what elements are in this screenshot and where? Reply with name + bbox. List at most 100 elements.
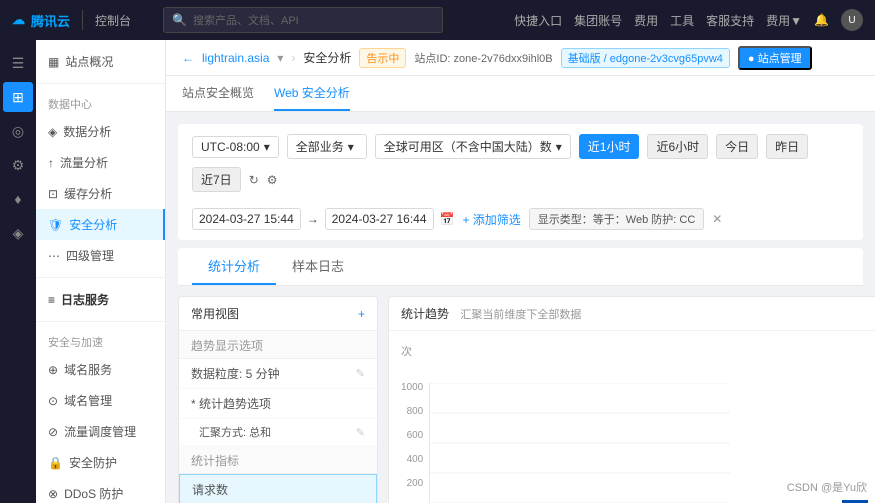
- tab-stats-analysis[interactable]: 统计分析: [192, 248, 276, 285]
- edit-icon-2[interactable]: ✎: [356, 426, 365, 439]
- data-interval-label: 数据粒度: 5 分钟: [191, 365, 280, 382]
- quick-access[interactable]: 快捷入口: [514, 12, 562, 29]
- settings-icon[interactable]: ⚙: [267, 173, 278, 187]
- stats-indicator-title: 统计指标: [179, 446, 377, 474]
- time-yesterday-button[interactable]: 昨日: [766, 134, 808, 159]
- sidebar-log-header[interactable]: ≡ 日志服务: [36, 284, 165, 315]
- icon-panel-gear[interactable]: ⚙: [3, 150, 33, 180]
- bar-col-3: [534, 383, 567, 503]
- date-to-input[interactable]: 2024-03-27 16:44: [325, 208, 434, 230]
- icon-panel-grid[interactable]: ⊞: [3, 82, 33, 112]
- sidebar-item-ddos[interactable]: ⊗ DDoS 防护: [36, 478, 165, 503]
- back-button[interactable]: ←: [182, 51, 194, 65]
- sidebar-item-siteop[interactable]: ⋯ 四级管理: [36, 240, 165, 271]
- sec-protection-icon: 🔒: [48, 456, 63, 470]
- bar-col-8: [703, 383, 736, 503]
- request-count-item[interactable]: 请求数: [179, 474, 377, 503]
- timezone-value: UTC-08:00: [201, 140, 260, 154]
- security-icon: 🛡: [48, 218, 63, 232]
- icon-panel-home[interactable]: ☰: [3, 48, 33, 78]
- tab-sample-log[interactable]: 样本日志: [276, 248, 360, 285]
- bar-col-9: [737, 383, 770, 503]
- time-today-button[interactable]: 今日: [716, 134, 758, 159]
- time-7d-button[interactable]: 近7日: [192, 167, 241, 192]
- breadcrumb-bar: ← lightrain.asia ▾ › 安全分析 告示中 站点ID: zone…: [166, 40, 875, 76]
- sidebar-item-flow[interactable]: ↑ 流量分析: [36, 147, 165, 178]
- data-icon: ◈: [48, 125, 57, 139]
- time-6h-button[interactable]: 近6小时: [647, 134, 708, 159]
- add-view-icon[interactable]: +: [358, 307, 365, 321]
- sidebar-item-sec-protection[interactable]: 🔒 安全防护: [36, 447, 165, 478]
- bar-col-6: [635, 383, 668, 503]
- sidebar-item-data-analysis[interactable]: ◈ 数据分析: [36, 116, 165, 147]
- top-nav-right: 快捷入口 集团账号 费用 工具 客服支持 费用▼ 🔔 U: [514, 9, 863, 31]
- bar-col-0: [432, 383, 465, 503]
- data-interval-item[interactable]: 数据粒度: 5 分钟 ✎: [179, 359, 377, 389]
- chevron-down-icon: ▾: [264, 140, 270, 154]
- tab-web-security-analysis[interactable]: Web 安全分析: [274, 76, 350, 111]
- search-icon: 🔍: [172, 13, 187, 27]
- sidebar-flow-label: 流量分析: [60, 154, 108, 171]
- sidebar-log-label: 日志服务: [61, 291, 109, 308]
- icon-panel-diamond[interactable]: ♦: [3, 184, 33, 214]
- sidebar-item-domain-mgmt[interactable]: ⊙ 域名管理: [36, 385, 165, 416]
- group-account[interactable]: 集团账号: [574, 12, 622, 29]
- timezone-select[interactable]: UTC-08:00 ▾: [192, 136, 279, 158]
- cache-icon: ⊡: [48, 187, 58, 201]
- time-1h-button[interactable]: 近1小时: [579, 134, 640, 159]
- aggregate-item[interactable]: 汇聚方式: 总和 ✎: [179, 419, 377, 446]
- chart-container: 次 1000 800 600 400 200 0: [389, 331, 875, 503]
- breadcrumb-domain[interactable]: lightrain.asia: [202, 51, 269, 65]
- chart-header: 统计趋势 汇聚当前维度下全部数据: [389, 297, 875, 331]
- refresh-icon[interactable]: ↻: [249, 173, 259, 187]
- icon-panel-circle[interactable]: ◎: [3, 116, 33, 146]
- overview-icon: ▦: [48, 55, 59, 69]
- date-range-separator: →: [307, 212, 319, 226]
- sub-nav: 站点安全概览 Web 安全分析: [166, 76, 875, 112]
- region-chevron-icon: ▾: [556, 140, 562, 154]
- chart-card: 统计趋势 汇聚当前维度下全部数据 次 1000 800 600 400 200 …: [388, 296, 875, 503]
- stats-option-item[interactable]: * 统计趋势选项: [179, 389, 377, 419]
- cloud-icon: ☁: [12, 12, 25, 28]
- user-avatar[interactable]: U: [841, 9, 863, 31]
- add-filter-button[interactable]: + 添加筛选: [462, 211, 520, 228]
- filter-bar: UTC-08:00 ▾ 全部业务 ▾ 全球可用区（不含中国大陆）数 ▾ 近1小时…: [178, 124, 863, 240]
- dropdown-icon[interactable]: ▾: [277, 51, 283, 65]
- tab-site-security-overview[interactable]: 站点安全概览: [182, 76, 254, 111]
- billing[interactable]: 费用▼: [766, 12, 802, 29]
- sidebar-siteop-label: 四级管理: [66, 247, 114, 264]
- sidebar-ddos-label: DDoS 防护: [64, 485, 123, 502]
- tools[interactable]: 工具: [670, 12, 694, 29]
- search-bar[interactable]: 🔍 搜索产品、文档、API: [163, 7, 443, 33]
- icon-panel-hexagon[interactable]: ◈: [3, 218, 33, 248]
- sidebar: ▦ 站点概况 数据中心 ◈ 数据分析 ↑ 流量分析 ⊡ 缓存分析 🛡 安全分析 …: [36, 40, 166, 503]
- site-management-button[interactable]: ● 站点管理: [738, 46, 812, 70]
- siteop-icon: ⋯: [48, 249, 60, 263]
- clear-filter-icon[interactable]: ✕: [712, 212, 722, 226]
- bell-icon[interactable]: 🔔: [814, 13, 829, 27]
- sidebar-item-cache[interactable]: ⊡ 缓存分析: [36, 178, 165, 209]
- chart-subtitle: 汇聚当前维度下全部数据: [460, 309, 581, 321]
- y-label-600: 600: [401, 431, 423, 441]
- sidebar-item-overview[interactable]: ▦ 站点概况: [36, 46, 165, 77]
- common-views-header: 常用视图 +: [179, 297, 377, 331]
- sidebar-item-traffic[interactable]: ⊘ 流量调度管理: [36, 416, 165, 447]
- cost[interactable]: 费用: [634, 12, 658, 29]
- filter-chip: 显示类型：等于：Web 防护: CC: [529, 208, 704, 230]
- sidebar-item-domain-svc[interactable]: ⊕ 域名服务: [36, 354, 165, 385]
- sidebar-section-datacenter: 数据中心 ◈ 数据分析 ↑ 流量分析 ⊡ 缓存分析 🛡 安全分析 ⋯ 四级管理: [36, 84, 165, 278]
- support[interactable]: 客服支持: [706, 12, 754, 29]
- calendar-icon[interactable]: 📅: [440, 212, 455, 226]
- bar-col-7: [669, 383, 702, 503]
- region-select[interactable]: 全球可用区（不含中国大陆）数 ▾: [375, 134, 571, 159]
- common-views-card: 常用视图 + 趋势显示选项 数据粒度: 5 分钟 ✎ * 统计趋势选项 汇聚方式…: [178, 296, 378, 503]
- main-content: UTC-08:00 ▾ 全部业务 ▾ 全球可用区（不含中国大陆）数 ▾ 近1小时…: [166, 112, 875, 503]
- sidebar-item-security[interactable]: 🛡 安全分析: [36, 209, 165, 240]
- bar-col-1: [466, 383, 499, 503]
- date-from-input[interactable]: 2024-03-27 15:44: [192, 208, 301, 230]
- top-nav: ☁ 腾讯云 控制台 🔍 搜索产品、文档、API 快捷入口 集团账号 费用 工具 …: [0, 0, 875, 40]
- service-select[interactable]: 全部业务 ▾: [287, 134, 367, 159]
- edit-icon-1[interactable]: ✎: [356, 367, 365, 380]
- flow-icon: ↑: [48, 156, 54, 170]
- domain-mgmt-icon: ⊙: [48, 394, 58, 408]
